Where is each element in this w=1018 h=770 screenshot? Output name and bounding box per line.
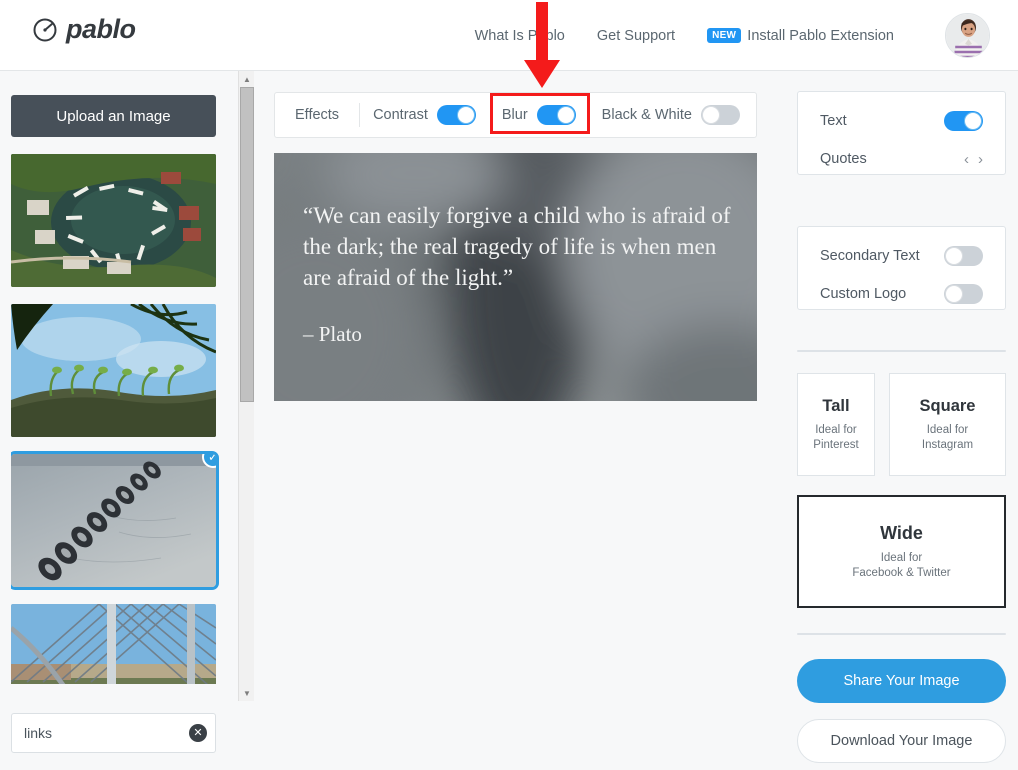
pablo-app: pablo What Is Pablo Get Support NEW Insta…	[0, 0, 1018, 770]
thumbnail-list: ✓	[11, 154, 220, 684]
toggle-secondary-text-switch[interactable]	[944, 246, 983, 266]
toggle-black-white[interactable]: Black & White	[589, 105, 753, 125]
main-nav: What Is Pablo Get Support NEW Install Pab…	[459, 0, 910, 71]
toggle-blur[interactable]: Blur	[489, 105, 589, 125]
size-tall-subtitle: Ideal for Pinterest	[813, 423, 859, 451]
panel-divider-bottom	[797, 633, 1006, 635]
avatar[interactable]	[945, 13, 990, 58]
size-tall-title: Tall	[822, 396, 850, 415]
upload-image-button[interactable]: Upload an Image	[11, 95, 216, 137]
custom-logo-label: Custom Logo	[820, 286, 907, 302]
thumb-aerial-marina[interactable]	[11, 154, 216, 287]
editor-area: Effects Contrast Blur Black & White “We …	[255, 71, 785, 770]
text-row[interactable]: Text	[798, 102, 1005, 140]
pablo-circle-icon	[33, 18, 57, 41]
nav-install-extension[interactable]: NEW Install Pablo Extension	[691, 28, 910, 44]
thumb-chainlink-fence-image	[11, 604, 216, 684]
size-tall[interactable]: Tall Ideal for Pinterest	[797, 373, 875, 476]
options-card: Secondary Text Custom Logo	[797, 226, 1006, 310]
download-your-image-button[interactable]: Download Your Image	[797, 719, 1006, 763]
thumb-aerial-marina-image	[11, 154, 216, 287]
toggle-blur-label: Blur	[501, 107, 528, 123]
nav-what-is-pablo-label: What Is Pablo	[474, 27, 565, 44]
search-container: ✕	[11, 713, 216, 753]
avatar-image	[946, 14, 989, 57]
size-square-subtitle: Ideal for Instagram	[921, 423, 974, 451]
image-canvas[interactable]: “We can easily forgive a child who is af…	[274, 153, 757, 401]
scroll-up-arrow[interactable]: ▲	[239, 71, 255, 87]
quotes-row[interactable]: Quotes ‹ ›	[798, 140, 1005, 178]
scroll-down-arrow[interactable]: ▼	[239, 685, 255, 701]
clear-x-icon[interactable]: ✕	[189, 724, 207, 742]
size-wide-title: Wide	[880, 522, 923, 543]
search-input[interactable]	[11, 713, 216, 753]
thumb-sky-plants[interactable]	[11, 304, 216, 437]
toggle-text-switch[interactable]	[944, 111, 983, 131]
app-header: pablo What Is Pablo Get Support NEW Insta…	[0, 0, 1018, 71]
nav-install-extension-label: Install Pablo Extension	[747, 27, 894, 44]
text-label: Text	[820, 113, 847, 129]
toggle-contrast-switch[interactable]	[436, 105, 476, 125]
size-wide-subtitle: Ideal for Facebook & Twitter	[852, 551, 951, 579]
text-card: Text Quotes ‹ ›	[797, 91, 1006, 175]
quote-block: “We can easily forgive a child who is af…	[303, 200, 733, 347]
toggle-custom-logo-switch[interactable]	[944, 284, 983, 304]
scrollbar-thumb[interactable]	[240, 87, 254, 402]
size-square[interactable]: Square Ideal for Instagram	[889, 373, 1006, 476]
thumb-chain-concrete[interactable]: ✓	[11, 451, 219, 590]
chevron-right-icon[interactable]: ›	[978, 151, 983, 168]
nav-get-support-label: Get Support	[596, 27, 676, 44]
toggle-blur-switch[interactable]	[536, 105, 576, 125]
toggle-contrast-label: Contrast	[373, 107, 428, 123]
logo-text: pablo	[66, 14, 136, 44]
secondary-text-row[interactable]: Secondary Text	[798, 237, 1005, 275]
quote-text: “We can easily forgive a child who is af…	[303, 203, 731, 290]
image-sidebar: Upload an Image ✓ links ✕	[0, 71, 238, 770]
chevron-left-icon[interactable]: ‹	[964, 151, 969, 168]
toggle-black-white-label: Black & White	[601, 107, 692, 123]
thumb-chainlink-fence[interactable]	[11, 604, 216, 684]
quotes-label: Quotes	[820, 151, 867, 167]
toggle-contrast[interactable]: Contrast	[360, 105, 489, 125]
share-your-image-button[interactable]: Share Your Image	[797, 659, 1006, 703]
size-square-title: Square	[919, 396, 976, 415]
custom-logo-row[interactable]: Custom Logo	[798, 275, 1005, 313]
size-wide[interactable]: Wide Ideal for Facebook & Twitter	[797, 495, 1006, 608]
effects-group-label: Effects	[295, 107, 340, 123]
secondary-text-label: Secondary Text	[820, 248, 920, 264]
panel-divider-top	[797, 350, 1006, 352]
effects-toolbar: Effects Contrast Blur Black & White	[274, 92, 757, 138]
quotes-nav: ‹ ›	[964, 151, 983, 168]
options-panel: Text Quotes ‹ › Secondary Text Custom Lo…	[785, 71, 1018, 770]
thumb-chain-concrete-image	[11, 454, 216, 587]
nav-what-is-pablo[interactable]: What Is Pablo	[459, 28, 581, 44]
thumb-sky-plants-image	[11, 304, 216, 437]
app-logo[interactable]: pablo	[32, 14, 136, 45]
toggle-black-white-switch[interactable]	[700, 105, 740, 125]
nav-get-support[interactable]: Get Support	[581, 28, 691, 44]
quote-author: – Plato	[303, 322, 362, 346]
new-badge: NEW	[707, 28, 742, 44]
sidebar-scrollbar[interactable]: ▲ ▼	[238, 71, 254, 701]
